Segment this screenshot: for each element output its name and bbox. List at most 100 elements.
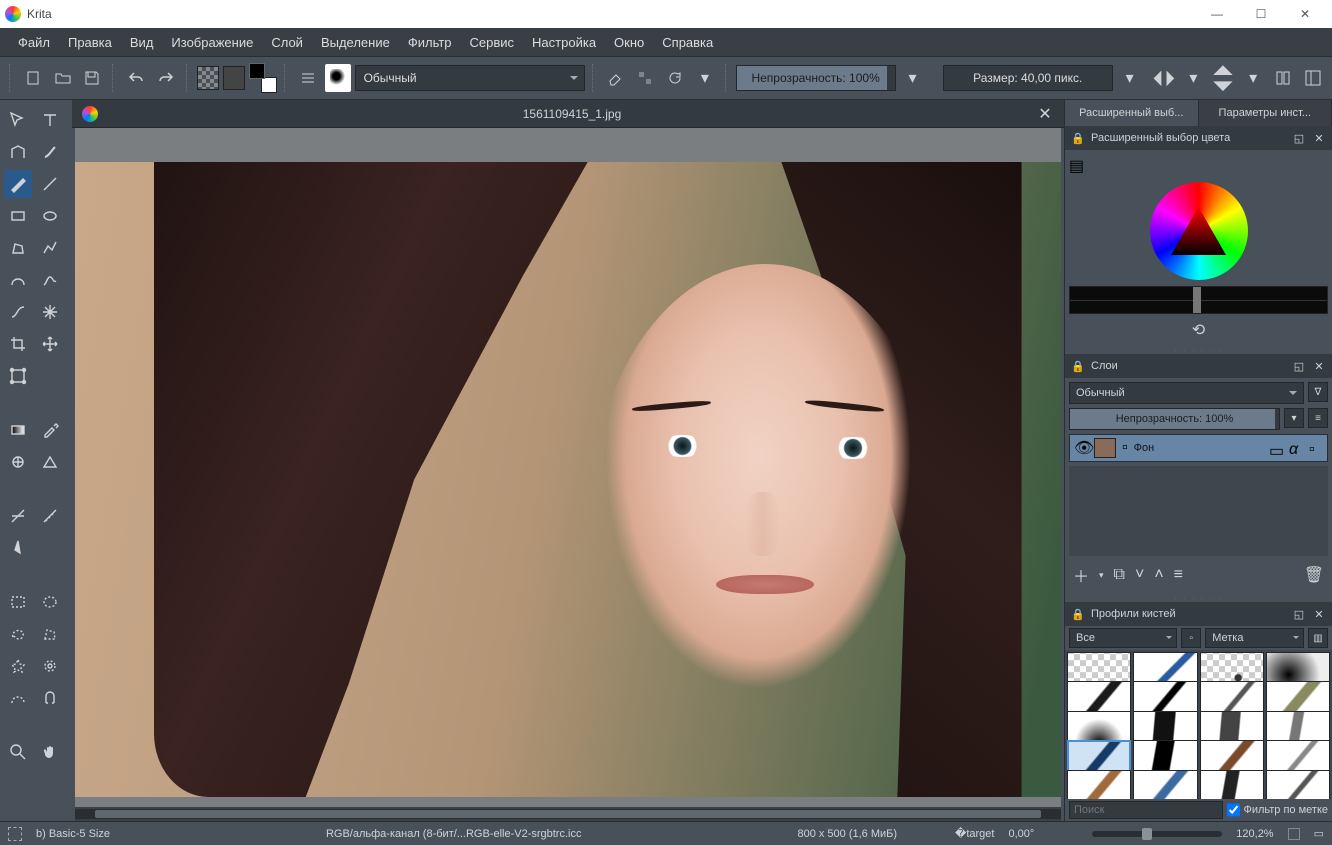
layer-extras-icon[interactable]: ▫ [1309, 441, 1323, 455]
toolbar-dropdown-icon[interactable]: ▾ [692, 64, 718, 92]
tool-polygon-select[interactable] [36, 620, 64, 648]
tool-assistant[interactable] [4, 502, 32, 530]
save-document-button[interactable] [80, 64, 106, 92]
brush-view-icon[interactable]: ▥ [1308, 628, 1328, 648]
tool-freehand-select[interactable] [4, 620, 32, 648]
window-maximize-button[interactable]: ☐ [1239, 0, 1283, 28]
redo-button[interactable] [153, 64, 179, 92]
layer-blend-combo[interactable]: Обычный [1069, 382, 1304, 404]
alpha-lock-button[interactable] [632, 64, 658, 92]
toolbar-grip[interactable] [9, 64, 13, 92]
tool-pan[interactable] [36, 738, 64, 766]
add-layer-dropdown-icon[interactable]: ▾ [1099, 570, 1104, 581]
close-panel-icon[interactable]: ✕ [1312, 607, 1326, 621]
tool-reference[interactable] [4, 534, 32, 562]
tool-contiguous-select[interactable] [4, 652, 32, 680]
layer-filter-icon[interactable]: ∇ [1308, 382, 1328, 402]
tool-freehand-brush[interactable] [4, 170, 32, 198]
menu-settings[interactable]: Настройка [524, 32, 604, 53]
tool-ellipse-select[interactable] [36, 588, 64, 616]
layer-name[interactable]: Фон [1134, 442, 1263, 454]
brush-search-input[interactable] [1069, 801, 1223, 819]
tool-calligraphy[interactable] [36, 138, 64, 166]
duplicate-layer-button[interactable]: ⧉ [1114, 566, 1125, 584]
panel-resize-grip[interactable]: · · · · · · [1065, 594, 1332, 602]
menu-edit[interactable]: Правка [60, 32, 120, 53]
menu-view[interactable]: Вид [122, 32, 162, 53]
opacity-slider[interactable]: Непрозрачность: 100% [736, 65, 896, 91]
brush-filter-tag-combo[interactable]: Метка [1205, 628, 1304, 648]
zoom-fit-checkbox[interactable] [1288, 828, 1300, 840]
layer-alpha-icon[interactable]: α [1289, 441, 1303, 455]
tool-ellipse[interactable] [36, 202, 64, 230]
menu-help[interactable]: Справка [654, 32, 721, 53]
brush-tag-icon[interactable]: ▫ [1181, 628, 1201, 648]
tool-pattern-fill[interactable] [4, 448, 32, 476]
open-document-button[interactable] [50, 64, 76, 92]
color-refresh-button[interactable]: ⟲ [1186, 320, 1211, 340]
color-config-icon[interactable]: ▤ [1069, 156, 1084, 176]
eraser-mode-button[interactable] [602, 64, 628, 92]
tool-transform[interactable] [4, 106, 32, 134]
close-panel-icon[interactable]: ✕ [1312, 131, 1326, 145]
tool-similar-select[interactable] [36, 652, 64, 680]
tool-move[interactable] [36, 330, 64, 358]
canvas-viewport[interactable] [75, 128, 1061, 807]
tab-advanced-color[interactable]: Расширенный выб... [1065, 100, 1199, 126]
color-wheel[interactable] [1150, 182, 1248, 280]
new-document-button[interactable] [20, 64, 46, 92]
layer-options-icon[interactable]: ≡ [1308, 408, 1328, 428]
move-layer-down-button[interactable]: ˅ [1135, 566, 1144, 584]
brush-preset[interactable] [1200, 770, 1264, 799]
tool-text[interactable] [36, 106, 64, 134]
tool-transform-tool[interactable] [4, 362, 32, 390]
brush-preset[interactable] [1266, 770, 1330, 799]
canvas-map-icon[interactable]: ▭ [1314, 827, 1324, 840]
window-close-button[interactable]: ✕ [1283, 0, 1327, 28]
tool-measure[interactable] [36, 502, 64, 530]
float-panel-icon[interactable]: ◱ [1292, 607, 1306, 621]
document-close-button[interactable]: ✕ [1036, 104, 1054, 124]
panel-resize-grip[interactable]: · · · · · · [1065, 346, 1332, 354]
blend-mode-combo[interactable]: Обычный [355, 65, 585, 91]
menu-select[interactable]: Выделение [313, 32, 398, 53]
layer-properties-button[interactable]: ≡ [1174, 566, 1183, 584]
canvas-image[interactable] [75, 162, 1061, 797]
tool-rect-select[interactable] [4, 588, 32, 616]
size-more-icon[interactable]: ▾ [1117, 64, 1143, 92]
tool-magnetic-select[interactable] [36, 684, 64, 712]
undo-button[interactable] [123, 64, 149, 92]
tool-polyline[interactable] [36, 234, 64, 262]
menu-layer[interactable]: Слой [263, 32, 311, 53]
selection-indicator-icon[interactable] [8, 827, 22, 841]
workspace-button[interactable] [1300, 64, 1326, 92]
tool-dynamic-brush[interactable] [4, 298, 32, 326]
reload-preset-button[interactable] [662, 64, 688, 92]
close-panel-icon[interactable]: ✕ [1312, 359, 1326, 373]
menu-file[interactable]: Файл [10, 32, 58, 53]
layer-lock-icon[interactable]: ▭ [1269, 441, 1283, 455]
brush-preset[interactable] [1067, 770, 1131, 799]
brush-preset-preview[interactable] [325, 64, 351, 92]
pattern-swatch-button[interactable] [197, 66, 219, 90]
layer-visibility-icon[interactable]: 👁 [1074, 438, 1088, 458]
tool-crop[interactable] [4, 330, 32, 358]
zoom-slider[interactable] [1092, 831, 1222, 837]
mirror-vertical-button[interactable] [1210, 64, 1236, 92]
opacity-more-icon[interactable]: ▾ [900, 64, 926, 92]
gradient-swatch-button[interactable] [223, 66, 245, 90]
tool-edit-shapes[interactable] [4, 138, 32, 166]
horizontal-scrollbar[interactable] [75, 807, 1061, 821]
menu-image[interactable]: Изображение [163, 32, 261, 53]
tool-multibrush[interactable] [36, 298, 64, 326]
tab-tool-options[interactable]: Параметры инст... [1199, 100, 1332, 126]
tool-line[interactable] [36, 170, 64, 198]
tool-gradient[interactable] [4, 416, 32, 444]
tool-bezier[interactable] [4, 266, 32, 294]
window-minimize-button[interactable]: — [1195, 0, 1239, 28]
mirror-v-dropdown-icon[interactable]: ▾ [1240, 64, 1266, 92]
tool-smart-fill[interactable] [36, 448, 64, 476]
mirror-h-dropdown-icon[interactable]: ▾ [1180, 64, 1206, 92]
layer-opacity-slider[interactable]: Непрозрачность: 100% [1069, 408, 1280, 430]
tool-rectangle[interactable] [4, 202, 32, 230]
